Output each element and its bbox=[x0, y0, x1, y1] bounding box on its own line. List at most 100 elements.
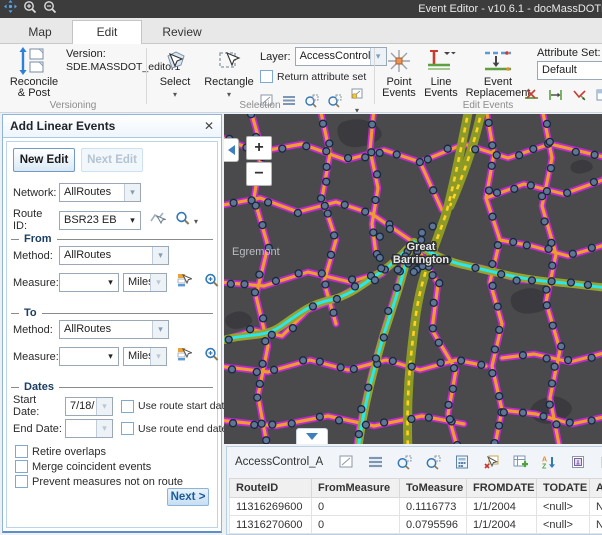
event-point bbox=[528, 277, 535, 284]
event-point bbox=[268, 331, 275, 338]
zoom-out-icon[interactable] bbox=[43, 0, 57, 18]
event-point bbox=[496, 422, 503, 429]
col-routeid[interactable]: RouteID bbox=[230, 479, 312, 498]
tab-map[interactable]: Map bbox=[10, 21, 70, 44]
layer-dropdown[interactable]: AccessControl_A bbox=[295, 47, 387, 66]
select-button[interactable]: Select bbox=[152, 46, 198, 100]
start-date-value: 7/18/ bbox=[66, 398, 96, 415]
event-point bbox=[341, 201, 348, 208]
col-frommeasure[interactable]: FromMeasure bbox=[312, 479, 400, 498]
start-date-dropdown-arrow[interactable] bbox=[96, 398, 112, 415]
to-measure-combo[interactable] bbox=[59, 347, 119, 366]
select-dropdown-caret[interactable] bbox=[173, 88, 177, 100]
event-point bbox=[493, 152, 500, 159]
to-unit-dropdown-arrow[interactable] bbox=[150, 348, 166, 365]
map-zoom-out-button[interactable]: − bbox=[246, 162, 272, 186]
line-events-button[interactable]: Line Events bbox=[421, 46, 461, 99]
map-view[interactable]: Egremont Great Barrington + − bbox=[224, 114, 602, 444]
merge-version-icon[interactable] bbox=[66, 112, 81, 113]
event-point bbox=[458, 357, 465, 364]
add-to-table-icon[interactable] bbox=[512, 454, 528, 470]
from-unit-dropdown[interactable]: Miles bbox=[123, 273, 167, 292]
use-route-end-date-checkbox[interactable] bbox=[121, 422, 134, 435]
zoom-in-icon[interactable] bbox=[23, 0, 37, 18]
prevent-measures-checkbox[interactable] bbox=[15, 475, 28, 488]
event-point bbox=[323, 178, 330, 185]
collapse-table-button[interactable] bbox=[296, 428, 328, 444]
network-dropdown-arrow[interactable] bbox=[124, 184, 140, 201]
clear-selection-icon[interactable] bbox=[483, 454, 499, 470]
reconcile-post-button[interactable]: Reconcile & Post bbox=[5, 46, 63, 99]
event-point bbox=[449, 385, 456, 392]
event-point bbox=[371, 277, 378, 284]
table-row[interactable]: 11316270600 0 0.0795596 1/1/2004 <null> … bbox=[230, 516, 602, 534]
close-panel-icon[interactable] bbox=[204, 119, 214, 133]
to-measure-combo-arrow[interactable] bbox=[103, 348, 118, 365]
to-pick-measure-icon[interactable] bbox=[177, 347, 192, 366]
from-measure-combo-arrow[interactable] bbox=[103, 274, 118, 291]
field-calculator-icon[interactable] bbox=[454, 454, 470, 470]
zoom-to-selected-icon[interactable] bbox=[396, 454, 412, 470]
rectangle-button[interactable]: Rectangle bbox=[202, 46, 256, 100]
line-events-icon bbox=[426, 46, 456, 76]
from-pick-measure-icon[interactable] bbox=[177, 273, 192, 292]
event-point bbox=[541, 218, 548, 225]
selection-list-icon[interactable] bbox=[367, 454, 383, 470]
event-point bbox=[256, 271, 263, 278]
add-linear-events-panel: Add Linear Events New Edit Next Edit Net… bbox=[2, 114, 222, 533]
return-attribute-set-checkbox[interactable] bbox=[260, 70, 273, 83]
col-fromdate[interactable]: FROMDATE bbox=[467, 479, 537, 498]
col-tomeasure[interactable]: ToMeasure bbox=[400, 479, 467, 498]
zoom-to-route-caret[interactable] bbox=[194, 211, 198, 229]
attribute-set-window-icon[interactable] bbox=[570, 454, 586, 470]
from-method-dropdown-arrow[interactable] bbox=[152, 247, 168, 264]
event-point bbox=[322, 281, 329, 288]
tab-edit[interactable]: Edit bbox=[72, 20, 142, 44]
point-events-button[interactable]: Point Events bbox=[380, 46, 418, 99]
from-zoom-measure-icon[interactable] bbox=[204, 273, 219, 292]
merge-coincident-events-checkbox[interactable] bbox=[15, 460, 28, 473]
collapse-panel-button[interactable] bbox=[224, 138, 239, 162]
event-point bbox=[337, 364, 344, 371]
end-date-field[interactable] bbox=[65, 419, 113, 438]
next-button[interactable]: Next > bbox=[167, 488, 209, 506]
tab-review[interactable]: Review bbox=[146, 21, 218, 44]
map-zoom-in-button[interactable]: + bbox=[246, 136, 272, 160]
zoom-to-route-icon[interactable] bbox=[175, 211, 190, 230]
from-method-dropdown[interactable]: AllRoutes bbox=[59, 246, 169, 265]
event-point bbox=[588, 354, 595, 361]
event-replacement-button[interactable]: Event Replacement bbox=[463, 46, 533, 99]
end-date-value bbox=[66, 420, 96, 437]
retire-overlaps-checkbox[interactable] bbox=[15, 445, 28, 458]
to-method-dropdown[interactable]: AllRoutes bbox=[59, 320, 169, 339]
to-zoom-measure-icon[interactable] bbox=[204, 347, 219, 366]
network-label: Network: bbox=[13, 187, 59, 199]
attribute-set-dropdown[interactable]: Default bbox=[537, 61, 602, 80]
to-method-dropdown-arrow[interactable] bbox=[152, 321, 168, 338]
event-point bbox=[253, 369, 260, 376]
end-date-dropdown-arrow[interactable] bbox=[96, 420, 112, 437]
pan-to-selected-icon[interactable] bbox=[425, 454, 441, 470]
event-point bbox=[543, 302, 550, 309]
to-unit-dropdown[interactable]: Miles bbox=[123, 347, 167, 366]
select-route-on-map-icon[interactable] bbox=[150, 211, 166, 230]
rectangle-dropdown-caret[interactable] bbox=[227, 88, 231, 100]
event-point bbox=[326, 140, 333, 147]
select-shape-icon[interactable] bbox=[338, 454, 354, 470]
use-route-start-date-checkbox[interactable] bbox=[121, 400, 134, 413]
col-accesscontrol[interactable]: AC bbox=[590, 479, 602, 498]
new-version-icon[interactable] bbox=[87, 112, 101, 113]
route-id-combo-arrow[interactable] bbox=[125, 212, 140, 229]
start-date-field[interactable]: 7/18/ bbox=[65, 397, 113, 416]
table-row[interactable]: 11316269600 0 0.1116773 1/1/2004 <null> … bbox=[230, 498, 602, 516]
next-edit-button[interactable]: Next Edit bbox=[81, 148, 143, 172]
sort-icon[interactable]: AZ bbox=[541, 454, 557, 470]
from-measure-combo[interactable] bbox=[59, 273, 119, 292]
route-id-combo[interactable]: BSR23 EB bbox=[59, 211, 141, 230]
event-point bbox=[241, 281, 248, 288]
network-dropdown[interactable]: AllRoutes bbox=[59, 183, 141, 202]
new-edit-button[interactable]: New Edit bbox=[13, 148, 75, 172]
pan-icon[interactable] bbox=[4, 0, 17, 18]
col-todate[interactable]: TODATE bbox=[537, 479, 590, 498]
from-unit-dropdown-arrow[interactable] bbox=[150, 274, 166, 291]
